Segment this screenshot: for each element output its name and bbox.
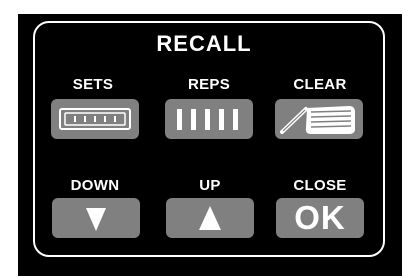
sets-bars-icon <box>59 108 131 130</box>
sets-button[interactable] <box>51 99 139 139</box>
up-button[interactable] <box>166 198 254 238</box>
down-button[interactable] <box>52 198 140 238</box>
close-label: CLOSE <box>293 177 347 194</box>
down-triangle-icon <box>86 208 106 231</box>
reps-label: REPS <box>187 76 231 93</box>
panel-title: RECALL <box>156 31 252 56</box>
eraser-icon <box>280 106 355 134</box>
down-label: DOWN <box>70 177 120 194</box>
up-triangle-icon <box>199 206 221 230</box>
reps-button[interactable] <box>165 99 253 139</box>
close-button[interactable]: OK <box>276 198 364 238</box>
clear-label: CLEAR <box>293 76 347 93</box>
ok-text: OK <box>294 199 346 236</box>
clear-button[interactable] <box>275 99 363 139</box>
reps-bars-icon <box>177 109 238 130</box>
up-label: UP <box>199 177 221 194</box>
sets-label: SETS <box>72 76 114 93</box>
